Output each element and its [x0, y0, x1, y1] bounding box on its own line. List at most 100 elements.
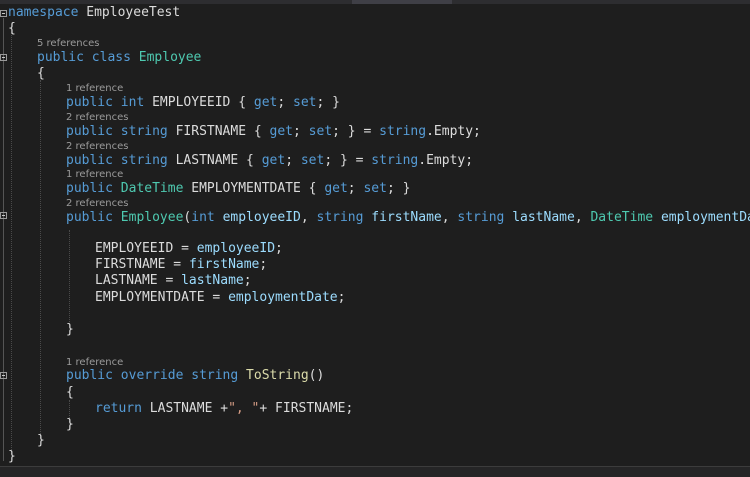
brace-close: }	[8, 449, 16, 464]
operator-assign: =	[157, 273, 182, 288]
keyword-string: string	[120, 124, 168, 139]
punctuation: ; }	[386, 181, 411, 196]
brace-open: {	[66, 385, 74, 400]
parameter-firstname: firstName	[371, 210, 442, 225]
codelens-lastname-references[interactable]: 2 references	[66, 141, 129, 153]
property-name: LASTNAME	[95, 273, 158, 288]
parameter-firstname: firstName	[188, 257, 260, 272]
keyword-public: public	[66, 124, 113, 139]
codelens-firstname-references[interactable]: 2 references	[66, 112, 129, 124]
document-tab[interactable]	[352, 0, 452, 4]
keyword-set: set	[308, 124, 333, 139]
punctuation: ;	[332, 124, 340, 139]
editor-gutter	[0, 0, 8, 477]
keyword-override: override	[120, 368, 184, 383]
punctuation: ;	[285, 153, 301, 168]
codelens-employmentdate-references[interactable]: 1 reference	[66, 169, 123, 181]
fold-namespace-icon[interactable]	[0, 10, 7, 17]
indent-guide	[69, 230, 70, 322]
punctuation: ;	[277, 95, 294, 110]
fold-constructor-icon[interactable]	[0, 212, 7, 219]
string-literal: ", "	[228, 401, 260, 416]
codelens-class-references[interactable]: 5 references	[37, 38, 100, 50]
codelens-employeeid-references[interactable]: 1 reference	[66, 83, 123, 95]
type-datetime: DateTime	[590, 210, 654, 225]
keyword-string: string	[457, 210, 505, 225]
brace-close: }	[66, 322, 74, 337]
operator-assign: =	[173, 241, 197, 256]
keyword-get: get	[324, 181, 348, 196]
keyword-string: string	[316, 210, 364, 225]
code-line-brace[interactable]: }	[66, 417, 74, 433]
keyword-get: get	[269, 124, 294, 139]
keyword-public: public	[66, 210, 113, 225]
code-line-assign-employmentdate[interactable]: EMPLOYMENTDATE = employmentDate;	[95, 290, 345, 306]
code-line-employeeid[interactable]: public int EMPLOYEEID { get; set; }	[66, 95, 340, 111]
operator-assign: =	[165, 257, 189, 272]
code-line-class[interactable]: public class Employee	[37, 50, 201, 66]
punctuation: ;	[293, 124, 309, 139]
return-tail: + FIRSTNAME;	[259, 401, 354, 416]
fold-tostring-icon[interactable]	[0, 372, 7, 379]
accessor-open: {	[246, 124, 270, 139]
keyword-public: public	[37, 50, 84, 65]
keyword-set: set	[363, 181, 387, 196]
keyword-class: class	[91, 50, 131, 65]
indent-guide	[11, 32, 12, 454]
code-line-brace[interactable]: }	[37, 433, 45, 449]
parameter-employeeid: employeeID	[222, 210, 301, 225]
code-line-assign-lastname[interactable]: LASTNAME = lastName;	[95, 273, 252, 289]
initializer: } =	[339, 124, 380, 139]
code-line-brace[interactable]: {	[66, 385, 74, 401]
punctuation: ;	[324, 153, 333, 168]
code-line-namespace[interactable]: namespace EmployeeTest	[8, 5, 180, 21]
brace-close: }	[66, 417, 74, 432]
codelens-constructor-references[interactable]: 2 references	[66, 198, 129, 210]
namespace-name: EmployeeTest	[78, 5, 181, 20]
operator-assign: =	[204, 290, 229, 305]
keyword-string: string	[371, 153, 419, 168]
code-editor[interactable]: namespace EmployeeTest { 5 references pu…	[0, 0, 750, 477]
fold-class-icon[interactable]	[0, 54, 7, 61]
empty-member: .Empty;	[418, 153, 474, 168]
keyword-public: public	[66, 95, 113, 110]
code-line-firstname[interactable]: public string FIRSTNAME { get; set; } = …	[66, 124, 481, 140]
parameter-lastname: lastName	[512, 210, 575, 225]
punctuation: ()	[308, 368, 325, 383]
keyword-string: string	[379, 124, 427, 139]
constructor-name: Employee	[120, 210, 184, 225]
brace-open: {	[37, 66, 45, 81]
keyword-namespace: namespace	[8, 5, 79, 20]
code-line-assign-firstname[interactable]: FIRSTNAME = firstName;	[95, 257, 267, 273]
punctuation: ;	[259, 257, 268, 272]
brace-close: }	[37, 433, 45, 448]
editor-bottom-bar	[0, 466, 750, 477]
property-name: EMPLOYMENTDATE	[191, 181, 301, 196]
parameter-employmentdate: employmentDate	[228, 290, 338, 305]
indent-guide	[40, 80, 41, 438]
property-name: LASTNAME	[141, 401, 213, 416]
code-line-constructor[interactable]: public Employee(int employeeID, string f…	[66, 210, 750, 226]
code-line-employmentdate[interactable]: public DateTime EMPLOYMENTDATE { get; se…	[66, 181, 410, 197]
keyword-public: public	[66, 153, 113, 168]
code-line-assign-employeeid[interactable]: EMPLOYEEID = employeeID;	[95, 241, 283, 257]
property-name: EMPLOYEEID	[95, 241, 174, 256]
property-name: LASTNAME	[175, 153, 239, 168]
code-line-return[interactable]: return LASTNAME +", "+ FIRSTNAME;	[95, 401, 353, 417]
keyword-get: get	[253, 95, 278, 110]
keyword-return: return	[95, 401, 142, 416]
accessor-open: {	[230, 95, 254, 110]
keyword-int: int	[191, 210, 215, 225]
code-line-brace[interactable]: }	[66, 322, 74, 338]
parameter-employeeid: employeeID	[196, 241, 276, 256]
keyword-public: public	[66, 368, 113, 383]
punctuation: ;	[275, 241, 283, 256]
property-name: FIRSTNAME	[95, 257, 166, 272]
punctuation: ; }	[316, 95, 340, 110]
code-line-tostring[interactable]: public override string ToString()	[66, 368, 324, 384]
code-line-brace[interactable]: }	[8, 449, 16, 465]
code-line-lastname[interactable]: public string LASTNAME { get; set; } = s…	[66, 153, 473, 169]
property-name: FIRSTNAME	[175, 124, 247, 139]
code-line-brace[interactable]: {	[8, 21, 16, 37]
code-line-brace[interactable]: {	[37, 66, 45, 82]
